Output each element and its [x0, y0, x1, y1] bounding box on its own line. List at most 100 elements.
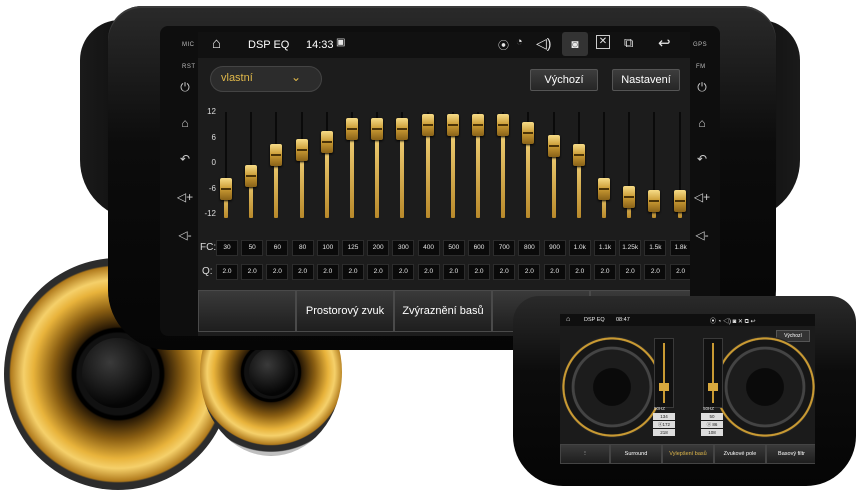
- bass-meter-right[interactable]: [703, 338, 723, 408]
- fc-value[interactable]: 1.0k: [568, 240, 591, 256]
- eq-slider-knob[interactable]: [295, 139, 308, 162]
- eq-sliders-icon: ⫶: [584, 451, 586, 457]
- eq-slider-knob[interactable]: [572, 143, 585, 166]
- fc-value[interactable]: 1.1k: [594, 240, 616, 256]
- fc-value[interactable]: 1.8k: [669, 240, 690, 256]
- y-tick-label: 6: [211, 132, 216, 142]
- second-tab-surround[interactable]: Surround: [610, 444, 662, 464]
- fc-label: FC:: [200, 242, 217, 253]
- q-value[interactable]: 2.0: [392, 264, 415, 280]
- readout-right-2: ⓐ 86: [701, 421, 723, 428]
- tab-surround[interactable]: Prostorový zvuk: [296, 290, 394, 332]
- q-value[interactable]: 2.0: [468, 264, 490, 280]
- eq-slider-knob[interactable]: [421, 113, 434, 136]
- fc-value[interactable]: 1.25k: [619, 240, 642, 256]
- q-value[interactable]: 2.0: [518, 264, 541, 280]
- eq-slider-fill: [400, 129, 405, 218]
- q-value[interactable]: 2.0: [342, 264, 364, 280]
- eq-slider-knob[interactable]: [648, 190, 661, 213]
- eq-slider-knob[interactable]: [320, 130, 333, 153]
- readout-right-3: 108: [701, 429, 723, 436]
- fc-value[interactable]: 30: [216, 240, 238, 256]
- q-value[interactable]: 2.0: [669, 264, 690, 280]
- tab-bass-boost[interactable]: Zvýraznění basů: [394, 290, 492, 332]
- second-title: DSP EQ: [584, 317, 605, 323]
- second-screen: ⌂ DSP EQ 08:47 ⦿ ◔ ◁) ◙ ✕ ⧉ ↩ Výchozí 50…: [560, 314, 815, 464]
- home-side-icon[interactable]: ⌂: [175, 116, 195, 130]
- eq-slider-knob[interactable]: [547, 135, 560, 157]
- eq-slider-knob[interactable]: [446, 113, 459, 136]
- fc-value[interactable]: 50: [241, 240, 264, 256]
- q-value[interactable]: 2.0: [543, 264, 566, 280]
- q-value[interactable]: 2.0: [417, 264, 440, 280]
- second-tab-bass[interactable]: Vylepšení basů: [662, 444, 714, 464]
- second-status-bar: ⌂ DSP EQ 08:47 ⦿ ◔ ◁) ◙ ✕ ⧉ ↩: [560, 314, 815, 326]
- q-value[interactable]: 2.0: [594, 264, 616, 280]
- back-right-icon[interactable]: ↶: [692, 152, 712, 166]
- eq-slider-knob[interactable]: [371, 118, 384, 140]
- home-right-icon[interactable]: ⌂: [692, 116, 712, 130]
- tab-eq[interactable]: [198, 290, 296, 332]
- eq-slider-knob[interactable]: [220, 177, 232, 200]
- fc-value[interactable]: 300: [392, 240, 415, 256]
- eq-slider-knob[interactable]: [245, 164, 258, 187]
- second-speaker-right: [715, 336, 815, 438]
- fc-value[interactable]: 900: [543, 240, 566, 256]
- home-icon-small[interactable]: ⌂: [566, 316, 570, 323]
- q-value[interactable]: 2.0: [644, 264, 667, 280]
- eq-slider-fill: [324, 141, 329, 218]
- fc-value[interactable]: 100: [316, 240, 339, 256]
- q-value[interactable]: 2.0: [266, 264, 289, 280]
- q-value[interactable]: 2.0: [291, 264, 314, 280]
- q-value[interactable]: 2.0: [442, 264, 465, 280]
- fc-value[interactable]: 80: [291, 240, 314, 256]
- volume-up-right-icon[interactable]: ◁+: [692, 190, 712, 204]
- q-value[interactable]: 2.0: [316, 264, 339, 280]
- volume-down-side-icon[interactable]: ◁-: [175, 228, 195, 242]
- eq-slider-knob[interactable]: [598, 177, 610, 200]
- eq-slider-fill: [501, 124, 506, 218]
- eq-slider-knob[interactable]: [497, 113, 510, 136]
- fc-value[interactable]: 60: [266, 240, 289, 256]
- y-tick-label: 12: [207, 107, 216, 116]
- eq-slider-knob[interactable]: [522, 122, 535, 145]
- readout-left-1: 134: [653, 413, 675, 420]
- bass-meter-left[interactable]: [654, 338, 674, 408]
- mic-label: MIC: [182, 42, 195, 48]
- fc-value[interactable]: 700: [493, 240, 516, 256]
- y-tick-label: -6: [208, 183, 216, 193]
- fc-value[interactable]: 500: [442, 240, 465, 256]
- rst-label: RST: [182, 64, 196, 70]
- q-value[interactable]: 2.0: [619, 264, 642, 280]
- q-value[interactable]: 2.0: [568, 264, 591, 280]
- fm-label: FM: [696, 64, 706, 70]
- eq-slider-knob[interactable]: [270, 143, 283, 166]
- second-tab-sound-field[interactable]: Zvukové pole: [714, 444, 766, 464]
- volume-down-right-icon[interactable]: ◁-: [692, 228, 712, 242]
- q-value[interactable]: 2.0: [493, 264, 516, 280]
- fc-value[interactable]: 1.5k: [644, 240, 667, 256]
- eq-slider-knob[interactable]: [472, 113, 484, 136]
- eq-slider-knob[interactable]: [673, 190, 686, 213]
- fc-value[interactable]: 600: [468, 240, 490, 256]
- q-value[interactable]: 2.0: [216, 264, 238, 280]
- power-icon[interactable]: ⏻: [175, 80, 195, 95]
- volume-up-side-icon[interactable]: ◁+: [175, 190, 195, 204]
- q-value[interactable]: 2.0: [367, 264, 390, 280]
- meter-left-label: 50HZ: [654, 406, 666, 411]
- fc-value[interactable]: 200: [367, 240, 390, 256]
- power-right-icon[interactable]: ⏻: [692, 80, 712, 95]
- eq-slider-knob[interactable]: [623, 186, 636, 208]
- fc-value[interactable]: 800: [518, 240, 541, 256]
- second-tab-bass-filter[interactable]: Basový filtr: [766, 444, 815, 464]
- second-tab-eq[interactable]: ⫶: [560, 444, 610, 464]
- q-value[interactable]: 2.0: [241, 264, 264, 280]
- fc-value[interactable]: 125: [342, 240, 364, 256]
- eq-slider-knob[interactable]: [396, 118, 409, 140]
- readout-left-3: 218: [653, 429, 675, 436]
- fc-value[interactable]: 400: [417, 240, 440, 256]
- back-side-icon[interactable]: ↶: [175, 152, 195, 166]
- gps-label: GPS: [693, 42, 708, 48]
- second-clock: 08:47: [616, 317, 630, 323]
- eq-slider-knob[interactable]: [346, 118, 358, 140]
